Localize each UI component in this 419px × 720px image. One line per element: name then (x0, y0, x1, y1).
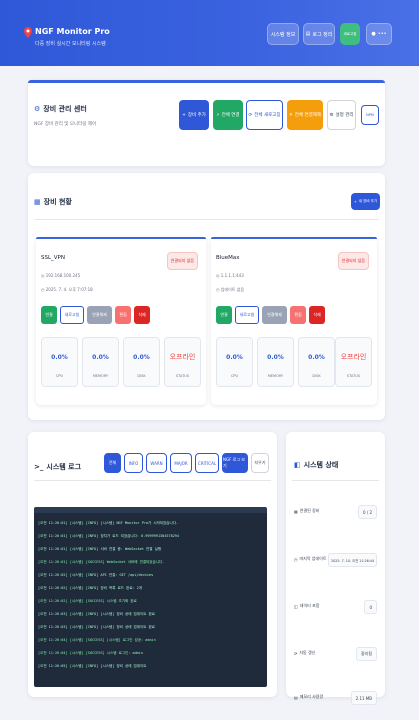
refresh-icon: ⟳ (248, 112, 253, 118)
log-line: [오전 11:26:05] [시스템] [INFO] [시스템] 장비 상태 업… (38, 664, 147, 668)
device-control-card: ⚙ 장비 관리 센터 NGF 장비 관리 및 모니터링 제어 + 장비 추가 ⚡ 전체… (28, 80, 385, 166)
settings-button[interactable]: ⚙ 설정 관리 (327, 100, 356, 130)
server-icon: ▦ (294, 508, 298, 514)
plus-icon: + (182, 112, 186, 118)
log-line: [오전 11:26:01] [시스템] [INFO] 서버 연결 중: WebS… (38, 547, 162, 551)
terminal-icon: >_ (34, 463, 44, 471)
log-line: [오전 11:26:04] [시스템] [SUCCESS] [시스템] 로그인 … (38, 638, 156, 642)
log-line: [오전 11:26:03] [시스템] [INFO] [시스템] 장비 상태 업… (38, 625, 155, 629)
status-row-memory: ▤ 메모리 사용량 2.11 MB (294, 691, 377, 705)
device-time: ◷ 2025. 7. 4. 오후 7:07:18 (41, 287, 93, 292)
disconnect-button[interactable]: 연결해제 (87, 306, 112, 324)
device-ip: ◎ 192.168.100.245 (41, 273, 81, 278)
device-status-card: ▦ 장비 현황 + 새 장비 추가 SSL_VPN ◎ 192.168.100.24… (28, 173, 385, 420)
device-card-ssl-vpn[interactable]: SSL_VPN ◎ 192.168.100.245 ◷ 2025. 7. 4. … (36, 237, 206, 405)
log-title: >_ 시스템 로그 (34, 463, 82, 471)
system-log-card: >_ 시스템 로그 전체 INFO WARN MAJOR CRITICAL NGF… (28, 432, 277, 697)
connect-all-button[interactable]: ⚡ 전체 연결 (213, 100, 243, 130)
device-name: BlueMax (216, 255, 240, 261)
plus-icon: + (353, 199, 357, 204)
status-row-connected: ▦ 연결된 장비 0 / 2 (294, 505, 377, 519)
status-stat: 오프라인 STATUS (164, 337, 201, 387)
log-clear-button[interactable]: ▤ 로그 정리 (303, 23, 335, 45)
device-card-bluemax[interactable]: BlueMax ◎ 1.1.1.1:443 ◷ 업데이트 없음 연결되지 않음 … (211, 237, 377, 405)
add-device-button[interactable]: + 장비 추가 (179, 100, 209, 130)
database-icon: ◫ (294, 603, 298, 609)
refresh-all-button[interactable]: ⟳ 전체 새로고침 (246, 100, 283, 130)
network-icon: ⚙ (34, 105, 41, 113)
filter-all-button[interactable]: 전체 (104, 453, 121, 473)
device-refresh-button[interactable]: 새로고침 (235, 306, 259, 324)
dot-icon: ● (371, 31, 376, 37)
delete-button[interactable]: 삭제 (309, 306, 325, 324)
memory-icon: ▤ (294, 694, 298, 700)
app-header: NGF Monitor Pro 다중 장비 실시간 모니터링 시스템 시스템 정… (0, 0, 419, 66)
disconnect-button[interactable]: 연결해제 (262, 306, 287, 324)
connect-button[interactable]: 연결 (216, 306, 232, 324)
delete-button[interactable]: 삭제 (134, 306, 150, 324)
clock-icon: ◷ (294, 556, 298, 562)
control-subtitle: NGF 장비 관리 및 모니터링 제어 (34, 122, 97, 127)
memory-stat: 0.0% MEMORY (257, 337, 294, 387)
edit-button[interactable]: 편집 (290, 306, 306, 324)
filter-critical-button[interactable]: CRITICAL (195, 453, 219, 473)
memory-stat: 0.0% MEMORY (82, 337, 119, 387)
pulse-icon: ◧ (294, 461, 301, 469)
device-time: ◷ 업데이트 없음 (216, 287, 245, 292)
device-ip: ◎ 1.1.1.1:443 (216, 273, 244, 278)
filter-warn-button[interactable]: WARN (146, 453, 167, 473)
map-pin-icon (24, 27, 32, 38)
devices-title: ▦ 장비 현황 (34, 198, 72, 206)
device-refresh-button[interactable]: 새로고침 (60, 306, 84, 324)
new-device-button[interactable]: + 새 장비 추가 (351, 193, 380, 210)
divider (292, 480, 379, 481)
status-badge: 연결되지 않음 (166, 252, 198, 270)
status-stat: 오프라인 STATUS (335, 337, 372, 387)
divider (34, 480, 271, 481)
plug-icon: ⚡ (216, 112, 220, 118)
cpu-stat: 0.0% CPU (41, 337, 78, 387)
log-line: [오전 11:26:01] [시스템] [SUCCESS] WebSocket … (38, 560, 165, 564)
refresh-button[interactable]: 새로고침 (340, 23, 360, 45)
clear-log-button[interactable]: 지우기 (251, 453, 269, 473)
log-line: [오전 11:26:01] [시스템] [INFO] 장치가 로드 되었습니다:… (38, 534, 180, 538)
status-badge: 연결되지 않음 (337, 252, 369, 270)
status-row-last-update: ◷ 마지막 업데이트 2025. 7. 10. 오전 11:26:44 (294, 553, 377, 567)
app-title: NGF Monitor Pro (35, 27, 110, 36)
server-icon: ▦ (34, 198, 41, 206)
log-line: [오전 11:26:02] [시스템] [INFO] API 연결: GET /… (38, 573, 154, 577)
disconnect-all-button[interactable]: ✕ 전체 연결해제 (287, 100, 323, 130)
filter-info-button[interactable]: INFO (124, 453, 143, 473)
npm-button[interactable]: NPM (361, 105, 379, 125)
connect-button[interactable]: 연결 (41, 306, 57, 324)
clipboard-icon: ▤ (305, 31, 311, 37)
app-subtitle: 다중 장비 실시간 모니터링 시스템 (35, 41, 106, 47)
status-row-data: ◫ 데이터 포함 0 (294, 600, 377, 614)
system-status-card: ◧ 시스템 상태 ▦ 연결된 장비 0 / 2 ◷ 마지막 업데이트 2025. 7. 1… (286, 432, 385, 705)
gear-icon: ⚙ (329, 112, 334, 118)
status-row-auto-refresh: ⟳ 자동 갱신 중지됨 (294, 647, 377, 661)
cpu-stat: 0.0% CPU (216, 337, 253, 387)
log-line: [오전 11:26:02] [시스템] [SUCCESS] 시스템 초기화 완료 (38, 599, 137, 603)
log-line: [오전 11:26:03] [시스템] [INFO] [시스템] 장비 상태 업… (38, 612, 155, 616)
disk-stat: 0.0% DISK (298, 337, 335, 387)
filter-major-button[interactable]: MAJOR (170, 453, 192, 473)
sync-icon: ⟳ (294, 650, 298, 656)
divider (34, 219, 379, 220)
ngf-log-button[interactable]: NGF 로그 보기 (222, 453, 248, 473)
device-name: SSL_VPN (41, 255, 65, 261)
unplug-icon: ✕ (288, 112, 293, 118)
status-title: ◧ 시스템 상태 (294, 461, 339, 469)
log-line: [오전 11:26:01] [시스템] [INFO] [시스템] NGF Mon… (38, 521, 179, 525)
user-menu-button[interactable]: ● ••• (366, 23, 392, 45)
log-console[interactable]: [오전 11:26:01] [시스템] [INFO] [시스템] NGF Mon… (34, 507, 267, 687)
edit-button[interactable]: 편집 (115, 306, 131, 324)
control-title: ⚙ 장비 관리 센터 (34, 105, 87, 113)
log-line: [오전 11:26:02] [시스템] [INFO] 장비 목록 로드 완료: … (38, 586, 143, 590)
system-info-button[interactable]: 시스템 정보 (267, 23, 299, 45)
disk-stat: 0.0% DISK (123, 337, 160, 387)
log-line: [오전 11:26:04] [시스템] [SUCCESS] 시스템 로그인: a… (38, 651, 143, 655)
